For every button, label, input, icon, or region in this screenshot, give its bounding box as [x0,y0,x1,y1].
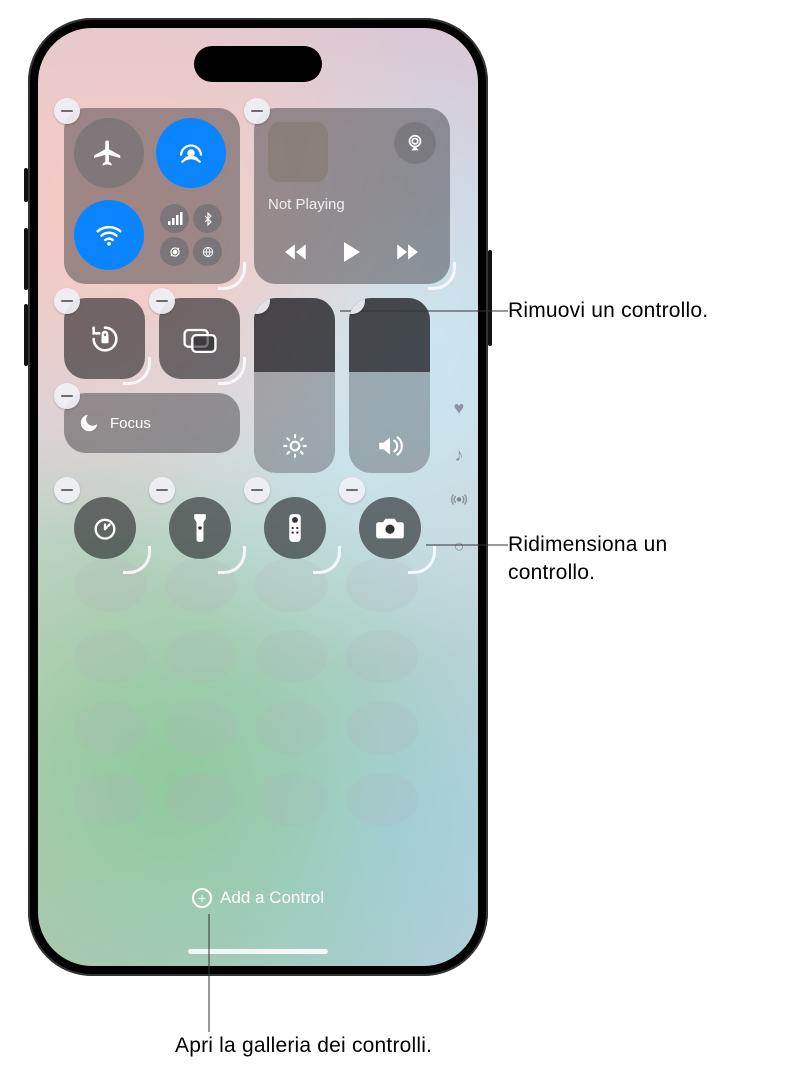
resize-handle[interactable] [123,357,151,385]
screen: Not Playing [38,28,478,966]
moon-icon [78,412,100,434]
wifi-icon [94,220,124,250]
remote-icon [287,513,303,543]
callout-gallery: Apri la galleria dei controlli. [175,1032,432,1060]
brightness-icon [282,433,308,459]
remove-icon[interactable] [244,98,270,124]
screen-mirroring-tile[interactable] [159,298,240,379]
remove-icon[interactable] [149,477,175,503]
callout-remove: Rimuovi un controllo. [508,297,708,325]
remove-icon[interactable] [244,477,270,503]
remote-tile[interactable] [254,487,335,568]
callout-resize: Ridimensiona un controllo. [508,531,667,588]
antenna-icon [450,492,468,510]
airplane-icon [94,138,124,168]
airdrop-toggle[interactable] [156,118,226,188]
remove-icon[interactable] [54,288,80,314]
remove-icon[interactable] [54,98,80,124]
side-button-vol-down [24,304,28,366]
now-playing-status: Not Playing [268,196,436,213]
play-icon [341,240,363,264]
flashlight-tile[interactable] [159,487,240,568]
focus-tile[interactable]: Focus [64,393,240,453]
album-art-placeholder [268,122,328,182]
page-indicators[interactable]: ♥ ♪ ○ [450,398,468,557]
heart-icon: ♥ [454,398,465,419]
cellular-icon [160,204,189,233]
empty-page-icon: ○ [454,536,465,557]
camera-tile[interactable] [349,487,430,568]
screen-mirroring-icon [182,324,218,354]
side-button-power [488,250,492,346]
empty-slot-grid [74,558,418,826]
airplay-button[interactable] [394,122,436,164]
remove-icon[interactable] [54,383,80,409]
wifi-toggle[interactable] [74,200,144,270]
resize-handle[interactable] [218,357,246,385]
add-control-button[interactable]: + Add a Control [192,888,324,908]
volume-slider[interactable] [349,298,430,473]
plus-icon: + [192,888,212,908]
orientation-lock-icon [88,322,122,356]
volume-icon [376,433,404,459]
control-center-edit: Not Playing [38,28,478,966]
connectivity-more[interactable] [156,200,226,270]
bluetooth-icon [193,204,222,233]
dynamic-island [194,46,322,82]
hotspot-icon [160,237,189,266]
airplane-mode-toggle[interactable] [74,118,144,188]
resize-handle[interactable] [218,262,246,290]
flashlight-icon [191,513,209,543]
music-note-icon: ♪ [455,445,464,466]
play-button[interactable] [341,240,363,264]
resize-handle[interactable] [428,262,456,290]
resize-handle[interactable] [408,546,436,574]
connectivity-tile[interactable] [64,108,240,284]
iphone-frame: Not Playing [28,18,488,976]
timer-icon [91,514,119,542]
rewind-button[interactable] [284,242,310,262]
airdrop-icon [176,138,206,168]
camera-icon [375,516,405,540]
side-button-silence [24,168,28,202]
add-control-label: Add a Control [220,888,324,908]
forward-button[interactable] [394,242,420,262]
remove-icon[interactable] [54,477,80,503]
airplay-icon [404,132,426,154]
remove-icon[interactable] [149,288,175,314]
side-button-vol-up [24,228,28,290]
forward-icon [394,242,420,262]
timer-tile[interactable] [64,487,145,568]
brightness-slider[interactable] [254,298,335,473]
orientation-lock-tile[interactable] [64,298,145,379]
rewind-icon [284,242,310,262]
focus-label: Focus [110,415,151,432]
media-tile[interactable]: Not Playing [254,108,450,284]
remove-icon[interactable] [339,477,365,503]
